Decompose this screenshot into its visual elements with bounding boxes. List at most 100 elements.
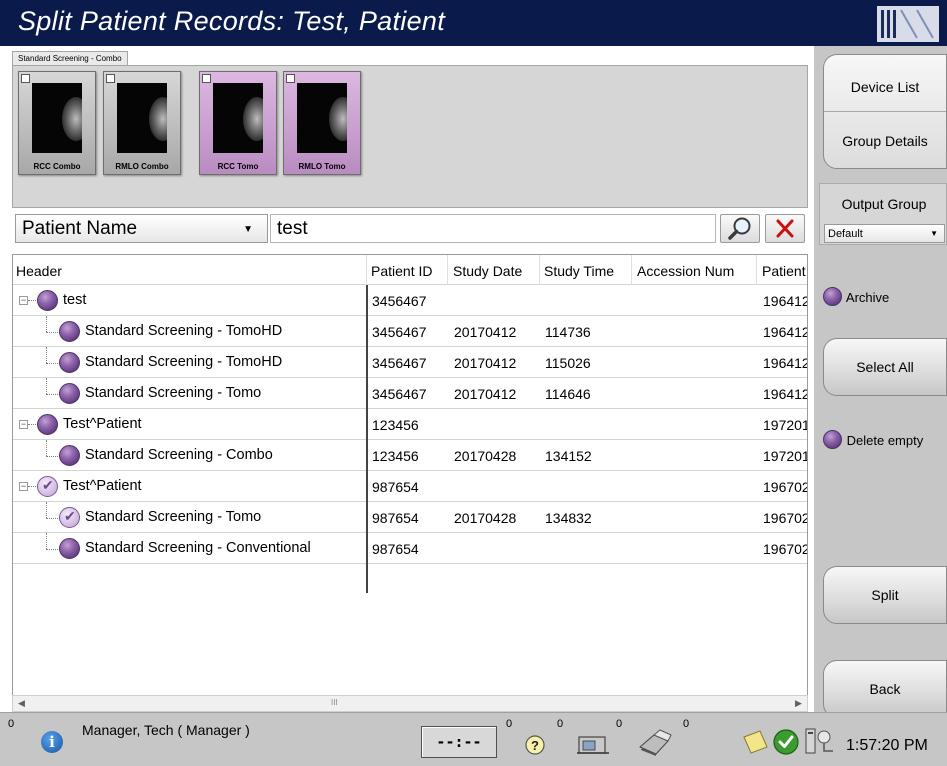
table-row[interactable]: − Test^Patient 123456 197201 xyxy=(13,409,807,440)
record-select-icon[interactable] xyxy=(59,445,80,466)
record-name: Standard Screening - Conventional xyxy=(85,540,311,556)
thumbnail-rmlo-combo[interactable]: RMLO Combo xyxy=(103,71,181,175)
search-input[interactable] xyxy=(270,214,716,243)
thumbnail-label: RMLO Tomo xyxy=(298,162,346,171)
study-time-cell: 114736 xyxy=(545,324,591,340)
archive-toggle-icon[interactable] xyxy=(823,287,842,306)
patient-dob-cell: 196412 xyxy=(763,324,808,340)
connection-icon[interactable] xyxy=(803,725,837,757)
back-button[interactable]: Back xyxy=(823,660,947,718)
svg-text:?: ? xyxy=(531,738,539,753)
device-group-buttons: Device List Group Details xyxy=(823,54,947,169)
notes-icon[interactable] xyxy=(740,727,770,757)
thumbnail-rcc-tomo[interactable]: RCC Tomo xyxy=(199,71,277,175)
column-header-patient-dob[interactable]: Patient xyxy=(762,263,806,279)
record-name: Test^Patient xyxy=(63,478,142,494)
patient-dob-cell: 196412 xyxy=(763,355,808,371)
record-name: Standard Screening - TomoHD xyxy=(85,354,283,370)
record-select-icon[interactable] xyxy=(59,383,80,404)
select-all-button[interactable]: Select All xyxy=(823,338,947,396)
delete-empty-option[interactable]: Delete empty xyxy=(823,426,924,449)
table-row[interactable]: − test 3456467 196412 xyxy=(13,285,807,316)
split-button[interactable]: Split xyxy=(823,566,947,624)
action-sidebar: Device List Group Details Output Group D… xyxy=(814,46,947,718)
record-name: Standard Screening - Tomo xyxy=(85,385,262,401)
record-select-icon[interactable] xyxy=(37,290,58,311)
column-header-study-time[interactable]: Study Time xyxy=(544,263,614,279)
delete-empty-label: Delete empty xyxy=(846,433,924,448)
help-count: 0 xyxy=(557,718,564,730)
collapse-icon[interactable]: − xyxy=(19,296,28,305)
search-button[interactable] xyxy=(720,214,760,243)
selected-checkmark-icon[interactable] xyxy=(37,476,58,497)
mammogram-image xyxy=(297,83,347,153)
archive-option[interactable]: Archive xyxy=(823,283,889,306)
mammogram-image xyxy=(213,83,263,153)
search-field-dropdown[interactable]: Patient Name ▼ xyxy=(15,214,268,243)
thumbnail-rmlo-tomo[interactable]: RMLO Tomo xyxy=(283,71,361,175)
thumbnail-checkbox[interactable] xyxy=(21,74,30,83)
horizontal-scrollbar[interactable]: ◀ III ▶ xyxy=(12,695,808,712)
help-icon[interactable]: ? xyxy=(522,731,548,757)
column-header-study-date[interactable]: Study Date xyxy=(453,263,522,279)
thumbnail-checkbox[interactable] xyxy=(202,74,211,83)
ok-check-icon[interactable] xyxy=(772,728,800,756)
chevron-down-icon: ▼ xyxy=(930,229,938,238)
study-time-cell: 134832 xyxy=(545,510,592,526)
delete-empty-toggle-icon[interactable] xyxy=(823,430,842,449)
thumbnail-checkbox[interactable] xyxy=(286,74,295,83)
scroll-right-icon[interactable]: ▶ xyxy=(790,696,807,711)
patient-id-cell: 3456467 xyxy=(372,293,427,309)
scrollbar-grip[interactable]: III xyxy=(331,698,338,707)
record-select-icon[interactable] xyxy=(59,538,80,559)
scroll-left-icon[interactable]: ◀ xyxy=(13,696,30,711)
table-row[interactable]: Standard Screening - Conventional 987654 1… xyxy=(13,533,807,564)
search-field-value: Patient Name xyxy=(22,218,138,239)
info-icon[interactable]: i xyxy=(41,731,63,753)
window-title: Split Patient Records: Test, Patient xyxy=(18,6,446,36)
record-select-icon[interactable] xyxy=(59,321,80,342)
collapse-icon[interactable]: − xyxy=(19,482,28,491)
printer-count: 0 xyxy=(683,718,690,730)
table-row[interactable]: Standard Screening - Combo 123456 20170428… xyxy=(13,440,807,471)
study-date-cell: 20170428 xyxy=(454,510,517,526)
patient-id-cell: 123456 xyxy=(372,448,419,464)
patient-id-cell: 987654 xyxy=(372,541,419,557)
column-header-accession-num[interactable]: Accession Num xyxy=(637,263,734,279)
thumbnail-checkbox[interactable] xyxy=(106,74,115,83)
table-row[interactable]: − Test^Patient 987654 196702 xyxy=(13,471,807,502)
mammogram-image xyxy=(117,83,167,153)
selected-checkmark-icon[interactable] xyxy=(59,507,80,528)
table-row[interactable]: Standard Screening - Tomo 987654 20170428 1… xyxy=(13,502,807,533)
column-header-patient-id[interactable]: Patient ID xyxy=(371,263,432,279)
table-row[interactable]: Standard Screening - TomoHD 3456467 201704… xyxy=(13,316,808,347)
thumbnail-tab[interactable]: Standard Screening - Combo xyxy=(12,51,128,65)
patient-id-cell: 3456467 xyxy=(372,324,427,340)
column-header-header[interactable]: Header xyxy=(16,263,62,279)
device-icon[interactable] xyxy=(575,731,611,757)
thumbnail-label: RCC Tomo xyxy=(217,162,259,171)
record-name: Standard Screening - TomoHD xyxy=(85,323,283,339)
group-details-button[interactable]: Group Details xyxy=(824,112,946,169)
record-name: Standard Screening - Combo xyxy=(85,447,273,463)
table-row[interactable]: Standard Screening - TomoHD 3456467 201704… xyxy=(13,347,808,378)
title-bar: Split Patient Records: Test, Patient xyxy=(0,0,947,46)
thumbnail-rcc-combo[interactable]: RCC Combo xyxy=(18,71,96,175)
study-date-cell: 20170412 xyxy=(454,324,517,340)
record-select-icon[interactable] xyxy=(59,352,80,373)
search-icon xyxy=(728,217,751,240)
record-select-icon[interactable] xyxy=(37,414,58,435)
record-name: test xyxy=(63,292,87,308)
exposure-timer: --:-- xyxy=(421,726,497,758)
output-group-dropdown[interactable]: Default ▼ xyxy=(824,224,945,243)
printer-icon[interactable] xyxy=(634,727,674,757)
record-name: Standard Screening - Tomo xyxy=(85,509,262,525)
clear-search-button[interactable] xyxy=(765,214,805,243)
group-details-label: Group Details xyxy=(842,133,928,149)
patient-id-cell: 987654 xyxy=(372,510,419,526)
table-row[interactable]: Standard Screening - Tomo 3456467 20170412… xyxy=(13,378,807,409)
study-date-cell: 20170412 xyxy=(454,386,517,402)
collapse-icon[interactable]: − xyxy=(19,420,28,429)
device-list-button[interactable]: Device List xyxy=(824,55,946,111)
select-all-label: Select All xyxy=(856,359,914,375)
